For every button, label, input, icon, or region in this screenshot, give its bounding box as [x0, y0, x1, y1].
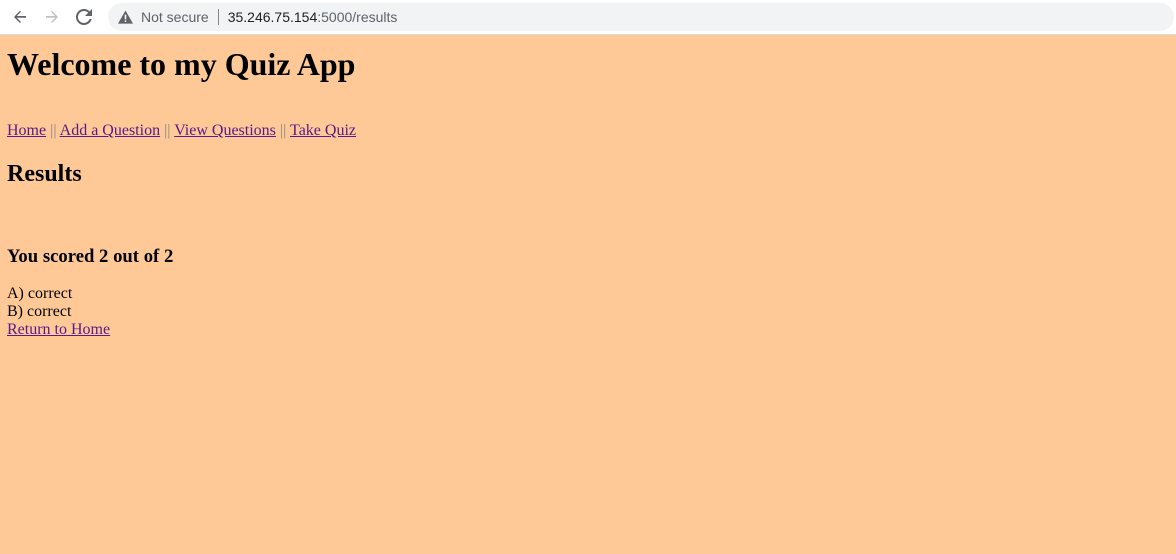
nav-link-home[interactable]: Home: [7, 122, 46, 139]
reload-icon: [76, 9, 92, 25]
return-home-link[interactable]: Return to Home: [7, 321, 110, 338]
browser-toolbar: Not secure 35.246.75.154:5000/results: [0, 0, 1176, 35]
page-content: Welcome to my Quiz App Home || Add a Que…: [0, 35, 1176, 339]
nav-menu: Home || Add a Question || View Questions…: [7, 121, 1169, 141]
nav-link-take-quiz[interactable]: Take Quiz: [290, 122, 356, 139]
result-item: A) correct: [7, 285, 73, 302]
arrow-left-icon: [14, 10, 26, 23]
url-path: :5000/results: [317, 9, 398, 25]
nav-divider: ||: [50, 122, 57, 139]
nav-divider: ||: [279, 122, 287, 139]
back-button[interactable]: [6, 3, 34, 31]
nav-link-view-questions[interactable]: View Questions: [174, 122, 276, 139]
page-title: Welcome to my Quiz App: [7, 46, 356, 82]
nav-divider: ||: [164, 122, 171, 139]
url-host: 35.246.75.154: [227, 9, 318, 25]
address-separator: [217, 9, 219, 25]
not-secure-label: Not secure: [141, 9, 209, 25]
results-heading: Results: [7, 161, 82, 187]
score-text: You scored 2 out of 2: [7, 246, 174, 267]
nav-link-add-question[interactable]: Add a Question: [60, 122, 160, 139]
forward-button[interactable]: [38, 3, 66, 31]
security-indicator[interactable]: Not secure: [118, 9, 209, 25]
warning-triangle-icon: [118, 10, 133, 24]
result-item: B) correct: [7, 303, 72, 320]
address-bar[interactable]: Not secure 35.246.75.154:5000/results: [108, 3, 1174, 31]
arrow-right-icon: [46, 10, 58, 23]
reload-button[interactable]: [70, 3, 98, 31]
results-list: A) correct B) correct Return to Home: [7, 285, 1169, 339]
